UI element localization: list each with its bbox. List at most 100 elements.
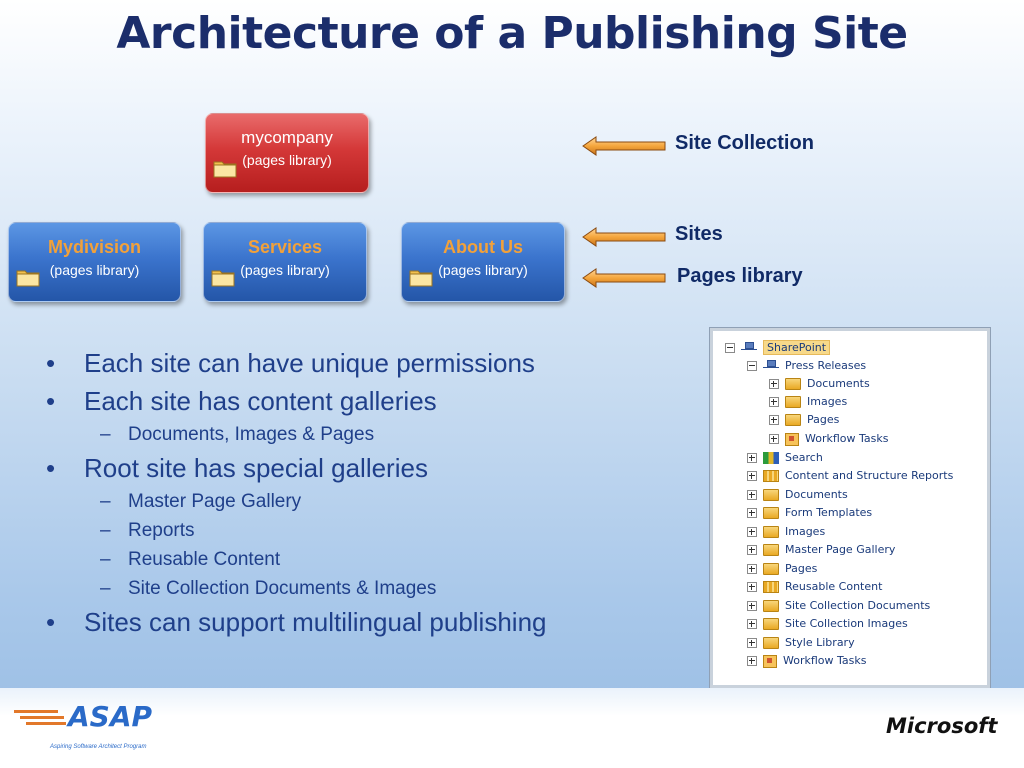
tree-node[interactable]: Workflow Tasks [769,430,888,448]
tree-node-label: Site Collection Documents [785,599,931,612]
list-icon [763,581,779,593]
folder-icon [763,544,779,556]
tree-node-label: Style Library [785,636,855,649]
bullet-item: Sites can support multilingual publishin… [46,607,547,645]
arrow-left-icon [582,268,666,288]
folder-icon [409,270,433,287]
tree-node-label: Images [785,525,826,538]
expand-icon[interactable] [769,379,779,389]
folder-icon [211,270,235,287]
expand-icon[interactable] [769,415,779,425]
tree-node[interactable]: Images [747,523,825,541]
search-site-icon [763,452,779,464]
folder-icon [785,378,801,390]
collapse-icon[interactable] [725,343,735,353]
tree-node-label: Site Collection Images [785,617,908,630]
tree-node[interactable]: Pages [747,560,817,578]
tree-node[interactable]: Pages [769,411,839,429]
expand-icon[interactable] [747,471,757,481]
asap-wordmark: ASAP [68,700,153,733]
bullet-item: Each site can have unique permissions [46,348,547,386]
expand-icon[interactable] [747,490,757,500]
tree-node-label: Search [785,451,823,464]
slide-title: Architecture of a Publishing Site [116,8,908,59]
tree-node[interactable]: Site Collection Images [747,615,908,633]
expand-icon[interactable] [747,638,757,648]
tree-node-label: Documents [807,377,870,390]
folder-icon [763,507,779,519]
folder-icon [213,161,237,178]
folder-icon [763,600,779,612]
site-box-name: About Us [443,237,523,257]
sub-bullet-item: Documents, Images & Pages [46,424,547,453]
bullet-item: Each site has content galleries [46,386,547,424]
tree-node-label: Workflow Tasks [783,654,867,667]
arrow-left-icon [582,136,666,156]
expand-icon[interactable] [769,397,779,407]
tree-node[interactable]: Content and Structure Reports [747,467,953,485]
tree-node[interactable]: Site Collection Documents [747,597,930,615]
expand-icon[interactable] [747,508,757,518]
tree-node-label: Workflow Tasks [805,432,889,445]
tree-node-label: Press Releases [785,359,867,372]
asap-tagline: Aspiring Software Architect Program [50,744,147,750]
label-sites: Sites [675,223,723,245]
tree-node-label: Reusable Content [785,580,883,593]
site-box-mycompany: mycompany (pages library) [205,113,369,193]
footer-band [0,688,1024,768]
tree-node[interactable]: Workflow Tasks [747,652,866,670]
expand-icon[interactable] [747,545,757,555]
folder-icon [763,489,779,501]
task-list-icon [785,432,799,446]
tree-node-label: SharePoint [763,340,831,355]
tree-node[interactable]: Images [769,393,847,411]
site-box-services: Services (pages library) [203,222,367,302]
report-list-icon [763,470,779,482]
folder-icon [763,618,779,630]
expand-icon[interactable] [769,434,779,444]
site-box-about-us: About Us (pages library) [401,222,565,302]
collapse-icon[interactable] [747,361,757,371]
sub-bullet-item: Reports [46,520,547,549]
tree-node[interactable]: Master Page Gallery [747,541,895,559]
task-list-icon [763,654,777,668]
expand-icon[interactable] [747,527,757,537]
tree-node-label: Pages [785,562,818,575]
site-icon [741,342,757,354]
bullet-list: Each site can have unique permissions Ea… [46,348,547,645]
tree-node-label: Master Page Gallery [785,543,896,556]
tree-node-label: Form Templates [785,506,873,519]
sharepoint-tree-panel: SharePoint Press Releases Documents Imag… [710,328,990,688]
expand-icon[interactable] [747,582,757,592]
folder-icon [763,563,779,575]
label-site-collection: Site Collection [675,132,814,154]
sub-bullet-item: Site Collection Documents & Images [46,578,547,607]
site-box-name: Mydivision [47,237,141,257]
tree-node[interactable]: Style Library [747,634,855,652]
expand-icon[interactable] [747,656,757,666]
tree-node-label: Pages [807,413,840,426]
label-pages-library: Pages library [677,265,803,287]
tree-node[interactable]: Form Templates [747,504,872,522]
tree-node[interactable]: Documents [747,486,848,504]
microsoft-logo: Microsoft [886,714,998,738]
folder-icon [785,396,801,408]
tree-node-label: Content and Structure Reports [785,469,954,482]
speed-lines-icon [14,710,66,725]
tree-node[interactable]: Search [747,449,823,467]
tree-node-root[interactable]: SharePoint [725,339,831,357]
tree-node[interactable]: Reusable Content [747,578,882,596]
tree-node[interactable]: Documents [769,375,870,393]
sub-bullet-item: Master Page Gallery [46,491,547,520]
site-box-name: mycompany [241,128,333,147]
expand-icon[interactable] [747,601,757,611]
folder-icon [763,526,779,538]
expand-icon[interactable] [747,564,757,574]
site-icon [763,360,779,372]
sub-bullet-item: Reusable Content [46,549,547,578]
expand-icon[interactable] [747,619,757,629]
expand-icon[interactable] [747,453,757,463]
site-box-mydivision: Mydivision (pages library) [8,222,181,302]
bullet-item: Root site has special galleries [46,453,547,491]
tree-node-press-releases[interactable]: Press Releases [747,357,866,375]
